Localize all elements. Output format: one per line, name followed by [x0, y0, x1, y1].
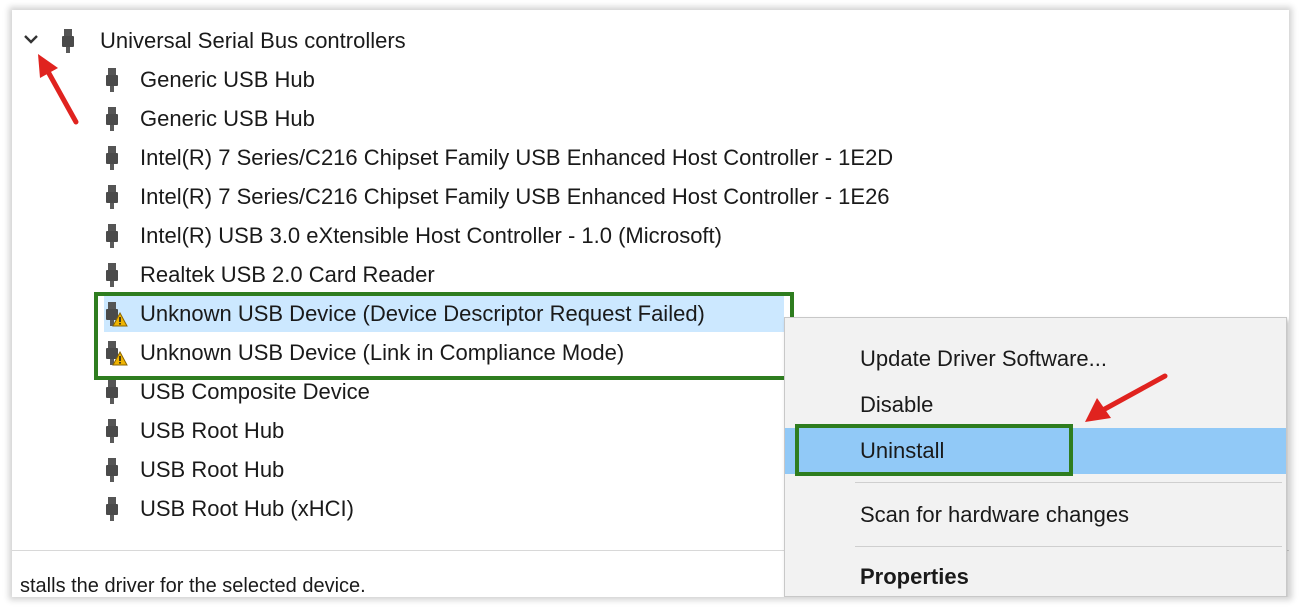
menu-item-update-driver[interactable]: Update Driver Software... — [785, 336, 1286, 382]
device-label: USB Composite Device — [140, 379, 370, 404]
usb-connector-icon — [106, 224, 118, 248]
device-label: Intel(R) USB 3.0 eXtensible Host Control… — [140, 223, 722, 248]
device-label: Intel(R) 7 Series/C216 Chipset Family US… — [140, 145, 894, 170]
device-row[interactable]: USB Root Hub (xHCI) — [104, 491, 354, 527]
device-label: Intel(R) 7 Series/C216 Chipset Family US… — [140, 184, 890, 209]
device-label: USB Root Hub (xHCI) — [140, 496, 354, 521]
unknown-devices-highlight — [94, 292, 794, 380]
usb-connector-icon — [106, 380, 118, 404]
device-label: USB Root Hub — [140, 457, 285, 482]
device-row[interactable]: Intel(R) USB 3.0 eXtensible Host Control… — [104, 218, 722, 254]
usb-connector-icon — [106, 497, 118, 521]
category-label: Universal Serial Bus controllers — [100, 28, 406, 53]
menu-separator — [855, 546, 1282, 547]
device-manager-window: Universal Serial Bus controllers Generic… — [12, 10, 1289, 597]
device-row[interactable]: USB Root Hub — [104, 452, 284, 488]
device-label: Generic USB Hub — [140, 106, 315, 131]
device-label: Realtek USB 2.0 Card Reader — [140, 262, 435, 287]
device-row[interactable]: Intel(R) 7 Series/C216 Chipset Family US… — [104, 179, 890, 215]
device-row[interactable]: Generic USB Hub — [104, 62, 315, 98]
usb-connector-icon — [106, 458, 118, 482]
menu-item-disable[interactable]: Disable — [785, 382, 1286, 428]
context-menu: Update Driver Software... Disable Uninst… — [784, 317, 1287, 597]
chevron-down-icon[interactable] — [22, 30, 40, 48]
device-label: Generic USB Hub — [140, 67, 315, 92]
device-row[interactable]: Realtek USB 2.0 Card Reader — [104, 257, 435, 293]
usb-connector-icon — [106, 146, 118, 170]
menu-item-label: Scan for hardware changes — [860, 502, 1130, 527]
menu-item-scan-hardware[interactable]: Scan for hardware changes — [785, 492, 1286, 538]
uninstall-highlight — [795, 424, 1073, 476]
device-row[interactable]: Generic USB Hub — [104, 101, 315, 137]
usb-connector-icon — [106, 68, 118, 92]
device-row[interactable]: USB Root Hub — [104, 413, 284, 449]
device-row[interactable]: Intel(R) 7 Series/C216 Chipset Family US… — [104, 140, 893, 176]
menu-item-label: Properties — [860, 564, 969, 589]
menu-item-label: Disable — [860, 392, 934, 417]
menu-item-label: Update Driver Software... — [860, 346, 1107, 371]
usb-connector-icon — [106, 185, 118, 209]
usb-connector-icon — [62, 29, 74, 53]
device-label: USB Root Hub — [140, 418, 285, 443]
usb-connector-icon — [106, 419, 118, 443]
menu-item-properties[interactable]: Properties — [785, 554, 1286, 597]
usb-connector-icon — [106, 107, 118, 131]
menu-separator — [855, 482, 1282, 483]
annotation-arrow — [38, 54, 79, 125]
status-text: stalls the driver for the selected devic… — [20, 575, 366, 597]
category-usb-controllers[interactable]: Universal Serial Bus controllers — [60, 23, 406, 59]
usb-connector-icon — [106, 263, 118, 287]
